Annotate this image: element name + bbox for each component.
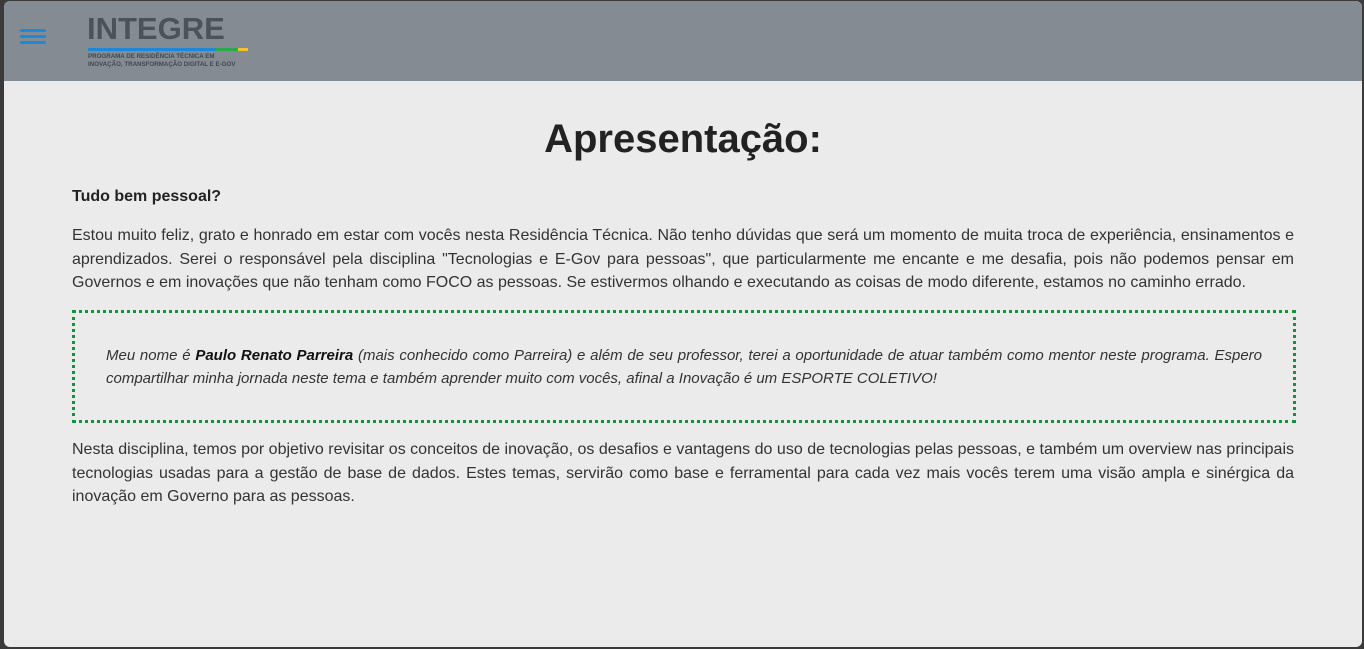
intro-paragraph: Estou muito feliz, grato e honrado em es… [72, 227, 1294, 291]
integre-logo[interactable]: INTEGRE PROGRAMA DE RESIDÊNCIA TÉCNICA E… [87, 11, 257, 71]
quote-text: Meu nome é Paulo Renato Parreira (mais c… [106, 344, 1262, 390]
logo-subtitle: PROGRAMA DE RESIDÊNCIA TÉCNICA EM INOVAÇ… [88, 53, 235, 68]
quote-box: Meu nome é Paulo Renato Parreira (mais c… [72, 310, 1296, 423]
logo-subtitle-line2: INOVAÇÃO, TRANSFORMAÇÃO DIGITAL E E-GOV [88, 60, 236, 68]
page-frame: INTEGRE PROGRAMA DE RESIDÊNCIA TÉCNICA E… [4, 1, 1362, 647]
greeting-text: Tudo bem pessoal? [72, 188, 222, 205]
objective-paragraph: Nesta disciplina, temos por objetivo rev… [72, 441, 1294, 505]
header-bar: INTEGRE PROGRAMA DE RESIDÊNCIA TÉCNICA E… [4, 1, 1362, 81]
quote-prefix: Meu nome é [106, 347, 196, 364]
logo-title: INTEGRE [87, 11, 225, 46]
instructor-name: Paulo Renato Parreira [195, 347, 354, 364]
logo-color-stripe [88, 48, 248, 51]
logo-subtitle-line1: PROGRAMA DE RESIDÊNCIA TÉCNICA EM [88, 53, 215, 60]
hamburger-menu-icon[interactable] [20, 27, 48, 47]
page-title: Apresentação: [544, 117, 822, 161]
